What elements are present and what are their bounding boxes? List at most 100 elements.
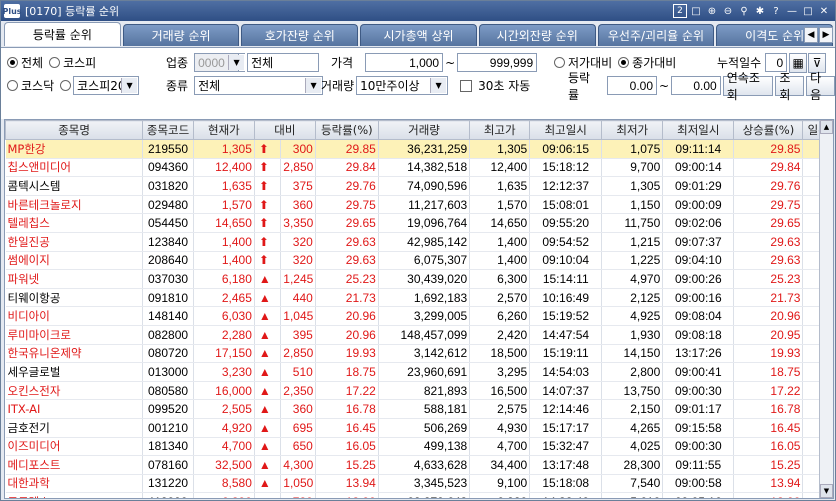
table-row[interactable]: 메디포스트 078160 32,500 ▲ 4,300 15.25 4,633,628 34,… <box>5 455 833 475</box>
column-header[interactable]: 최저일시 <box>662 120 735 140</box>
column-header[interactable]: 상승률(%) <box>733 120 804 140</box>
up-arrow-icon: ▲ <box>254 344 282 364</box>
cell-low-time: 09:11:55 <box>662 455 735 475</box>
tab-3[interactable]: 호가잔량 순위 <box>241 24 359 46</box>
table-header: 종목명 종목코드 현재가 대비 등락률(%) 거래량 최고가 최고일시 최저가 최저일시 상승률(%… <box>5 120 833 140</box>
cell-low-time: 09:00:41 <box>662 362 735 382</box>
table-row[interactable]: 바른테크놀로지 029480 1,570 ⬆ 360 29.75 11,217,603 1,5… <box>5 195 833 215</box>
help-icon[interactable]: ? <box>769 4 783 18</box>
title-bar: Plus [0170] 등락률 순위 2 □ ⊕ ⊖ ⚲ ✱? — □ ✕ <box>1 1 835 21</box>
cell-low-time: 09:00:14 <box>662 158 735 178</box>
type-select[interactable]: 전체 <box>194 76 324 95</box>
column-header[interactable]: 대비 <box>253 120 316 140</box>
cell-name: 세우글로벌 <box>5 362 144 382</box>
column-header[interactable]: 최고가 <box>469 120 531 140</box>
cell-low: 2,800 <box>601 362 664 382</box>
cell-volume: 1,692,183 <box>378 288 471 308</box>
cell-high: 2,575 <box>469 399 531 419</box>
cell-low: 4,970 <box>601 269 664 289</box>
rate-from-field[interactable]: 0.00 <box>607 76 658 95</box>
column-header[interactable]: 최고일시 <box>529 120 603 140</box>
table-row[interactable]: ITX-AI 099520 2,505 ▲ 360 16.78 588,181 2,575 12… <box>5 399 833 419</box>
table-row[interactable]: 금호전기 001210 4,920 ▲ 695 16.45 506,269 4,930 15:1… <box>5 418 833 438</box>
sector-name-field[interactable]: 전체 <box>247 53 320 72</box>
cell-volume: 11,217,603 <box>378 195 471 215</box>
cell-low-time: 09:07:37 <box>662 232 735 252</box>
cell-low-time: 09:00:16 <box>662 288 735 308</box>
cell-code: 029480 <box>142 195 194 215</box>
link-number-icon[interactable]: 2 <box>673 4 687 18</box>
vertical-scrollbar[interactable]: ▲ ▼ <box>819 120 833 498</box>
table-row[interactable]: MP한강 219550 1,305 ⬆ 300 29.85 36,231,259 1,305 0… <box>5 139 833 159</box>
table-row[interactable]: 한일진공 123840 1,400 ⬆ 320 29.63 42,985,142 1,400 0… <box>5 232 833 252</box>
table-row[interactable]: 썸에이지 208640 1,400 ⬆ 320 29.63 6,075,307 1,400 09… <box>5 251 833 271</box>
cell-high: 1,635 <box>469 176 531 196</box>
price-to-field[interactable]: 999,999 <box>457 53 538 72</box>
cell-price: 8,580 <box>193 474 255 494</box>
radio-market-kospi200[interactable] <box>60 80 72 91</box>
radio-market-all[interactable]: 전체 <box>7 54 43 71</box>
column-header[interactable]: 현재가 <box>192 120 255 140</box>
table-row[interactable]: 한국유니온제약 080720 17,150 ▲ 2,850 19.93 3,142,612 1… <box>5 344 833 364</box>
cell-diff: 320 <box>280 251 316 271</box>
cell-low-time: 09:00:58 <box>662 474 735 494</box>
cell-up-rate: 18.75 <box>733 362 804 382</box>
column-header[interactable]: 종목명 <box>5 120 144 140</box>
cell-diff: 2,850 <box>280 158 316 178</box>
table-row[interactable]: 세우글로벌 013000 3,230 ▲ 510 18.75 23,960,691 3,295… <box>5 362 833 382</box>
table-row[interactable]: 파워넷 037030 6,180 ▲ 1,245 25.23 30,439,020 6,300… <box>5 269 833 289</box>
index-select[interactable]: 코스피200 <box>73 76 140 95</box>
cell-name: 금호전기 <box>5 418 144 438</box>
tab-5[interactable]: 시간외잔량 순위 <box>478 24 596 46</box>
cell-rate: 29.65 <box>315 213 379 233</box>
table-row[interactable]: 오킨스전자 080580 16,000 ▲ 2,350 17.22 821,893 16,50… <box>5 381 833 401</box>
auto-refresh-checkbox[interactable] <box>460 79 473 92</box>
table-row[interactable]: 이즈미디어 181340 4,700 ▲ 650 16.05 499,138 4,700 15:… <box>5 437 833 457</box>
query-button[interactable]: 조회 <box>775 71 805 102</box>
table-row[interactable]: 모트렉스1189906,390▲78013.9062,879,6436,8801… <box>5 492 833 498</box>
scroll-down-icon[interactable]: ▼ <box>820 484 833 498</box>
zoom-in-icon[interactable]: ⊕ <box>705 4 719 18</box>
volume-select[interactable]: 10만주이상 <box>356 76 449 95</box>
radio-market-kosdaq[interactable]: 코스닥 <box>7 77 54 94</box>
cell-high-time: 15:18:12 <box>529 158 603 178</box>
cell-code: 078160 <box>142 455 194 475</box>
table-row[interactable]: 대한과학 131220 8,580 ▲ 1,050 13.94 3,345,523 9,100… <box>5 474 833 494</box>
tab-6[interactable]: 우선주/괴리율 순위 <box>597 24 715 46</box>
column-header[interactable]: 종목코드 <box>142 120 194 140</box>
column-header[interactable]: 거래량 <box>377 120 471 140</box>
table-row[interactable]: 루미마이크로 082800 2,280 ▲ 395 20.96 148,457,099 2,4… <box>5 325 833 345</box>
tab-scroll-left-icon[interactable]: ◀ <box>804 27 818 43</box>
zoom-out-icon[interactable]: ⊖ <box>721 4 735 18</box>
cell-high-time: 15:14:11 <box>529 269 603 289</box>
minimize-icon[interactable]: — <box>785 4 799 18</box>
cell-up-rate: 13.90 <box>733 492 804 498</box>
tab-1[interactable]: 등락률 순위 <box>4 22 121 46</box>
table-row[interactable]: 콤텍시스템 031820 1,635 ⬆ 375 29.76 74,090,596 1,635… <box>5 176 833 196</box>
settings-icon[interactable]: ✱ <box>753 4 767 18</box>
radio-market-kospi[interactable]: 코스피 <box>49 54 96 71</box>
scroll-up-icon[interactable]: ▲ <box>820 120 833 134</box>
radio-compare-close[interactable]: 종가대비 <box>618 54 676 71</box>
rate-to-field[interactable]: 0.00 <box>671 76 721 95</box>
tab-scroll-right-icon[interactable]: ▶ <box>819 27 833 43</box>
continuous-query-button[interactable]: 연속조회 <box>722 71 774 102</box>
cell-low-time: 09:02:06 <box>662 213 735 233</box>
cell-low-time: 09:01:29 <box>662 176 735 196</box>
close-icon[interactable]: ✕ <box>817 4 831 18</box>
pin-icon[interactable]: ⚲ <box>737 4 751 18</box>
cell-high-time: 15:17:17 <box>529 418 603 438</box>
tab-4[interactable]: 시가총액 상위 <box>360 24 477 46</box>
price-from-field[interactable]: 1,000 <box>365 53 444 72</box>
window-mode-icon[interactable]: □ <box>689 4 703 18</box>
table-row[interactable]: 텔레칩스 054450 14,650 ⬆ 3,350 29.65 19,096,764 14,… <box>5 213 833 233</box>
column-header[interactable]: 최저가 <box>601 120 664 140</box>
table-row[interactable]: 칩스앤미디어 094360 12,400 ⬆ 2,850 29.84 14,382,518 1… <box>5 158 833 178</box>
table-row[interactable]: 티웨이항공 091810 2,465 ▲ 440 21.73 1,692,183 2,570 1… <box>5 288 833 308</box>
next-button[interactable]: 다음 <box>806 71 835 102</box>
cell-low: 1,075 <box>601 139 664 159</box>
tab-2[interactable]: 거래량 순위 <box>122 24 240 46</box>
column-header[interactable]: 등락률(%) <box>314 120 379 140</box>
table-row[interactable]: 비디아이 148140 6,030 ▲ 1,045 20.96 3,299,005 6,260… <box>5 306 833 326</box>
maximize-icon[interactable]: □ <box>801 4 815 18</box>
